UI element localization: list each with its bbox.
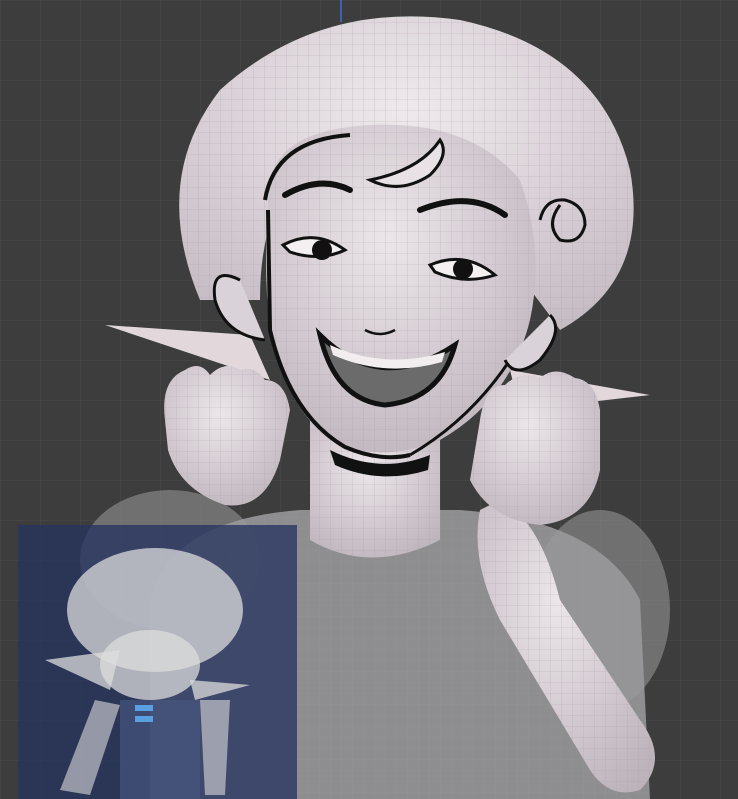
3d-viewport[interactable]	[0, 0, 738, 799]
viewport-canvas	[0, 0, 738, 799]
character-hand-right	[470, 371, 600, 525]
reference-image-overlay[interactable]	[18, 525, 297, 799]
